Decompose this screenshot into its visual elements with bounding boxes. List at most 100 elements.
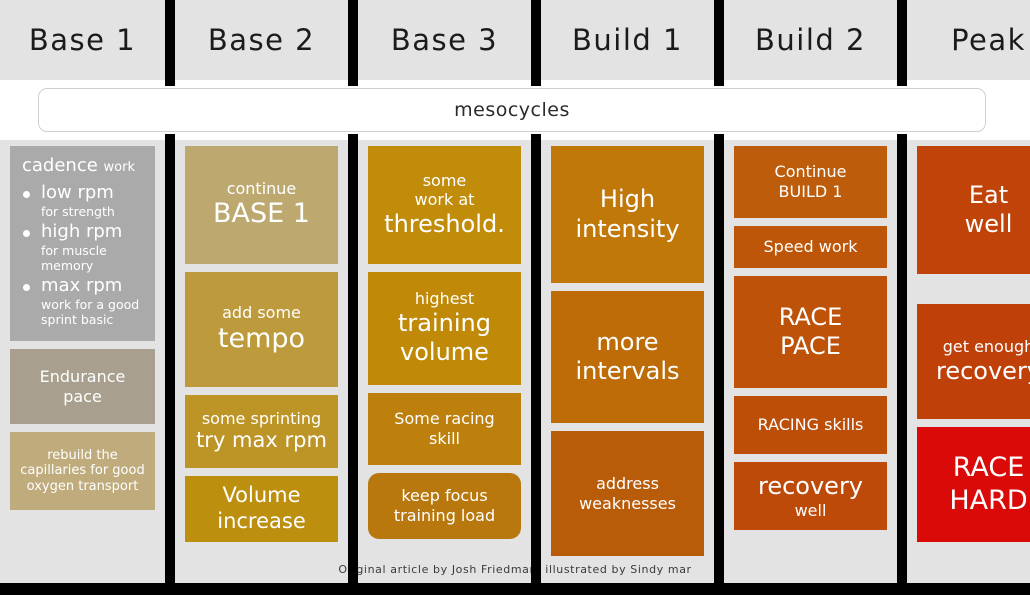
training-card: keep focus training load <box>368 473 521 539</box>
column-divider <box>714 140 724 583</box>
training-card: some sprinting try max rpm <box>185 395 338 468</box>
training-card: Some racing skill <box>368 393 521 465</box>
bullet-card-title: cadence work <box>20 155 145 176</box>
column-divider <box>165 563 175 583</box>
phase-header-1: Base 1 <box>0 0 165 80</box>
training-card-line: tempo <box>217 322 306 354</box>
training-card-line: BUILD 1 <box>778 182 843 201</box>
phase-column-build-2: Continue BUILD 1 Speed work RACE PACE RACING … <box>724 140 897 583</box>
training-card-line: Volume <box>222 483 301 508</box>
training-card: RACING skills <box>734 396 887 454</box>
training-card-line: some <box>422 170 467 190</box>
training-card: Continue BUILD 1 <box>734 146 887 218</box>
column-divider <box>531 0 541 80</box>
training-card: highest training volume <box>368 272 521 385</box>
column-divider <box>531 563 541 583</box>
phase-columns-band: cadence work low rpm for strength high rpm f… <box>0 140 1030 583</box>
bullet-item: low rpm for strength <box>20 182 145 219</box>
phase-column-build-1: High intensity more intervals address weaknes… <box>541 140 714 583</box>
training-card-line: capillaries for good <box>20 463 145 479</box>
column-divider-notch <box>165 80 175 86</box>
column-divider <box>897 0 907 80</box>
phase-header-4: Build 1 <box>541 0 714 80</box>
bullet-item: high rpm for muscle memory <box>20 220 145 273</box>
column-divider-notch <box>897 80 907 86</box>
column-divider-notch <box>531 80 541 86</box>
training-card: Volume increase <box>185 476 338 542</box>
training-card: more intervals <box>551 291 704 423</box>
training-card-line: keep focus <box>401 486 488 506</box>
phase-header-label: Base 3 <box>390 23 499 57</box>
bullet-item-main: low rpm <box>41 182 114 203</box>
training-card: RACE PACE <box>734 276 887 388</box>
training-card: Endurance pace <box>10 349 155 425</box>
training-card-line: intervals <box>575 357 680 385</box>
training-card-line: threshold. <box>384 209 505 238</box>
training-card-line: RACING skills <box>757 415 864 435</box>
phase-header-5: Build 2 <box>724 0 897 80</box>
mesocycles-label: mesocycles <box>454 99 570 121</box>
training-card-line: add some <box>222 303 301 323</box>
training-card-line: recovery <box>757 471 864 500</box>
training-card-line: Endurance <box>39 367 126 387</box>
bullet-item-main: max rpm <box>41 275 123 297</box>
training-card-line: RACE <box>952 451 1025 483</box>
column-divider <box>714 563 724 583</box>
training-card-line: recovery <box>935 356 1030 385</box>
training-card-line: BASE 1 <box>213 198 310 230</box>
training-card-line: RACE <box>778 302 843 331</box>
bullet-dot-icon <box>23 284 30 292</box>
training-card-line: address <box>596 473 659 493</box>
training-card-line: Some racing <box>394 409 495 429</box>
bottom-black-bar <box>0 583 1030 595</box>
column-divider <box>714 0 724 80</box>
phase-header-2: Base 2 <box>175 0 348 80</box>
training-card: add some tempo <box>185 272 338 387</box>
phase-column-base-1: cadence work low rpm for strength high rpm f… <box>0 140 165 583</box>
phase-header-3: Base 3 <box>358 0 531 80</box>
cadence-bullet-card: cadence work low rpm for strength high rpm f… <box>10 146 155 342</box>
training-card: Eat well <box>917 146 1030 274</box>
bullet-card-title-small: work <box>103 160 136 175</box>
training-card-line: continue <box>226 178 297 198</box>
bullet-item-body: high rpm for muscle memory <box>41 220 145 273</box>
training-card: get enoughrecovery <box>917 304 1030 419</box>
bullet-item: max rpm work for a good sprint basic <box>20 275 145 327</box>
bullet-item-body: max rpm work for a good sprint basic <box>41 275 145 327</box>
training-card-line: pace <box>63 386 102 406</box>
training-card-line: training <box>398 308 491 337</box>
training-card-line: get enough <box>942 337 1030 357</box>
column-divider <box>165 0 175 80</box>
training-card: Speed work <box>734 226 887 268</box>
training-card-line: High <box>599 185 656 214</box>
bullet-dot-icon <box>23 191 30 198</box>
phase-column-base-3: some work at threshold. highest training volu… <box>358 140 531 583</box>
mesocycles-band: mesocycles <box>0 80 1030 140</box>
training-card-line: more <box>596 327 659 356</box>
mesocycles-bar: mesocycles <box>38 88 986 132</box>
training-card: RACE HARD <box>917 427 1030 542</box>
phase-column-base-2: continue BASE 1 add some tempo some sprintin… <box>175 140 348 583</box>
column-divider <box>348 140 358 583</box>
training-card-line: well <box>964 210 1013 238</box>
infographic-root: Base 1 Base 2 Base 3 Build 1 Build 2 Peak mes… <box>0 0 1030 595</box>
training-card: address weaknesses <box>551 431 704 556</box>
bullet-item-sub: for strength <box>41 203 115 219</box>
training-card: rebuild the capillaries for good oxygen tr… <box>10 432 155 511</box>
bullet-item-main: high rpm <box>41 220 123 242</box>
training-card: some work at threshold. <box>368 146 521 264</box>
bullet-item-body: low rpm for strength <box>41 182 115 219</box>
column-divider-notch <box>348 80 358 86</box>
training-card: High intensity <box>551 146 704 283</box>
training-card: recovery well <box>734 462 887 530</box>
training-card-line: Continue <box>774 162 847 182</box>
column-divider <box>348 563 358 583</box>
training-card-line: try max rpm <box>196 428 327 453</box>
column-divider <box>531 140 541 583</box>
bullet-dot-icon <box>23 229 30 237</box>
bullet-item-sub: for muscle memory <box>41 242 107 273</box>
column-divider <box>897 140 907 583</box>
training-card-line: HARD <box>949 484 1028 516</box>
phase-header-label: Build 2 <box>755 23 866 57</box>
training-card-line: volume <box>400 338 489 367</box>
